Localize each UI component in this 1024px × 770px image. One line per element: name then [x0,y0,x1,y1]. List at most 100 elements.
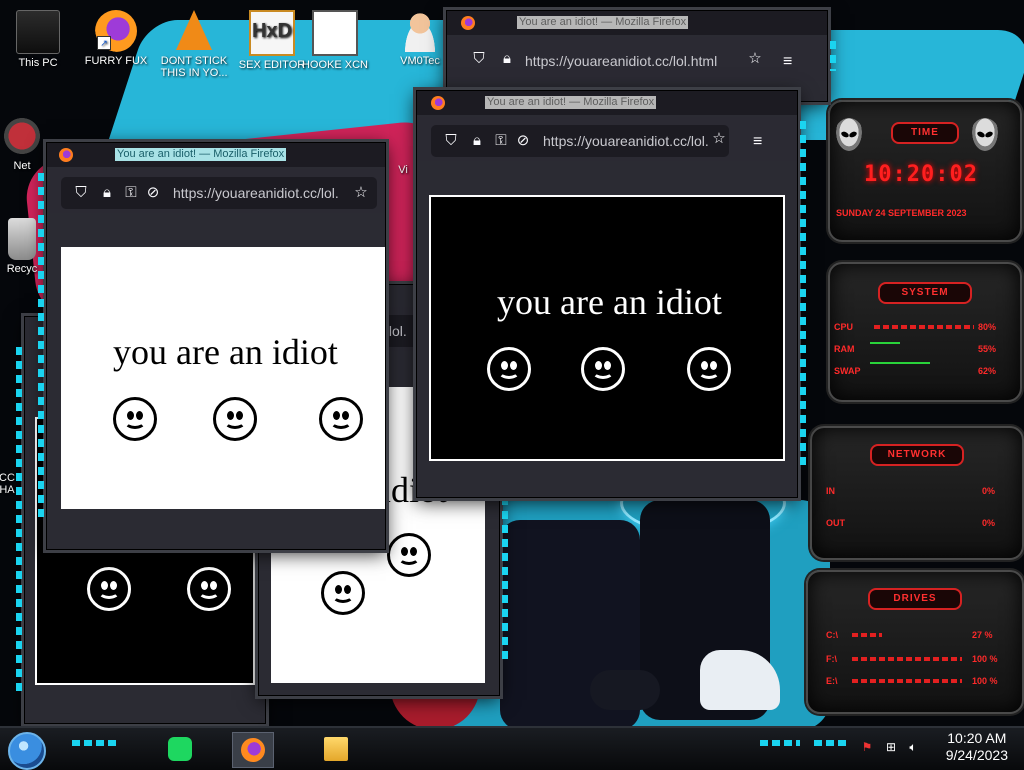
url-text: https://youareanidiot.cc/lol. [543,133,709,149]
time-widget: TIME 10:20:02 SUNDAY 24 SEPTEMBER 2023 [828,100,1022,242]
url-bar[interactable]: ⛉ 🔒︎ ⚿ ⊘ https://youareanidiot.cc/lol. [431,125,729,157]
window-titlebar[interactable]: You are an idiot! — Mozilla Firefox [447,11,827,35]
hxd-icon: HxD [249,10,295,56]
recycle-bin-icon [8,218,36,260]
file-explorer-icon [324,737,348,761]
navigation-bar: ⛉ 🔒︎ ⚿ ⊘ https://youareanidiot.cc/lol. ☆ [47,169,385,213]
page-message-text: you are an idiot [113,332,338,372]
smiley-icon [687,347,731,391]
shield-icon[interactable]: ⛉ [73,185,89,201]
taskbar-decoration [72,740,116,746]
widget-header: DRIVES [868,588,962,610]
window-titlebar[interactable]: You are an idiot! — Mozilla Firefox [417,91,797,115]
firefox-window-right[interactable]: You are an idiot! — Mozilla Firefox ⛉ 🔒︎… [416,90,806,498]
bookmark-star-icon[interactable]: ☆ [711,131,727,147]
page-message-text: you are an idiot [497,282,722,322]
firefox-window-top[interactable]: You are an idiot! — Mozilla Firefox ⛉ 🔒︎… [446,10,836,102]
network-tray-icon[interactable]: ⊞ [884,740,898,754]
shortcut-arrow-icon: ↗ [97,36,111,50]
desktop-icon-label: HOOKE XCN [301,59,368,71]
volume-icon[interactable]: 🔈︎ [906,740,920,754]
smiley-icon [87,567,131,611]
taskbar-clock[interactable]: 10:20 AM 9/24/2023 [946,730,1008,764]
desktop-icon-label: CC HA [0,472,15,496]
taskbar-file-explorer-button[interactable] [316,732,356,766]
window-titlebar[interactable]: You are an idiot! — Mozilla Firefox [47,143,385,167]
navigation-bar: ⛉ 🔒︎ ⚿ ⊘ https://youareanidiot.cc/lol. ☆… [417,117,797,161]
drive-f-bar [852,657,962,661]
bookmark-star-icon[interactable]: ☆ [747,51,763,67]
taskbar-firefox-button[interactable] [232,732,274,768]
widget-header: SYSTEM [878,282,972,304]
window-frame-decoration [800,121,806,467]
drive-f-label: F:\ [826,654,837,664]
lock-icon[interactable]: 🔒︎ [469,133,485,149]
system-widget: SYSTEM CPU 80% RAM 55% SWAP 62% [828,262,1022,402]
firefox-favicon-icon [59,148,73,162]
url-text: https://youareanidiot.cc/lol. [173,185,339,201]
action-center-flag-icon[interactable]: ⚑ [860,740,874,754]
tracking-protection-icon[interactable]: ⊘ [145,185,161,201]
drive-f-value: 100 % [972,654,998,664]
window-frame-decoration [830,41,836,71]
desktop-icon-label: VM0Tec [400,55,440,67]
user-icon [399,10,441,52]
swap-label: SWAP [834,366,861,376]
lock-icon[interactable]: 🔒︎ [499,51,515,67]
permissions-icon[interactable]: ⚿ [123,185,139,201]
desktop-icon-hxd[interactable]: HxD SEX EDITOR [236,10,308,71]
bookmark-star-icon[interactable]: ☆ [353,185,369,201]
permissions-icon[interactable]: ⚿ [493,133,509,149]
window-frame-decoration [16,347,22,693]
smiley-icon [213,397,257,441]
tracking-protection-icon[interactable]: ⊘ [515,133,531,149]
alien-logo-icon [834,118,864,154]
smiley-icon [319,397,363,441]
network-out-label: OUT [826,518,845,528]
cpu-bar [874,325,974,329]
lock-icon[interactable]: 🔒︎ [99,185,115,201]
hook-icon [312,10,358,56]
smiley-icon [487,347,531,391]
shield-icon[interactable]: ⛉ [471,51,487,67]
taskbar-decoration [814,740,850,746]
smiley-icon [387,533,431,577]
cpu-label: CPU [834,322,854,332]
network-icon [1,115,43,157]
network-in-value: 0% [982,486,996,496]
network-in-label: IN [826,486,835,496]
desktop-icon-this-pc[interactable]: This PC [2,10,74,69]
shield-icon[interactable]: ⛉ [443,133,459,149]
window-title: You are an idiot! — Mozilla Firefox [485,96,657,109]
swap-graph [870,362,930,364]
firefox-window-front[interactable]: You are an idiot! — Mozilla Firefox ⛉ 🔒︎… [38,142,386,550]
desktop-icon-vlc[interactable]: DONT STICK THIS IN YO... [158,10,230,79]
hamburger-menu-icon[interactable]: ≡ [753,134,769,150]
ram-label: RAM [834,344,855,354]
desktop-icon-vm0tec[interactable]: VM0Tec [392,10,448,67]
start-button[interactable] [8,732,46,770]
drive-c-label: C:\ [826,630,838,640]
desktop-icon-label: FURRY FUX [84,55,148,67]
drive-c-value: 27 % [972,630,993,640]
spotify-icon [168,737,192,761]
widget-header: TIME [891,122,959,144]
hamburger-menu-icon[interactable]: ≡ [783,54,799,70]
desktop-icon-vi[interactable]: Vi [392,164,414,176]
url-bar[interactable]: ⛉ 🔒︎ ⚿ ⊘ https://youareanidiot.cc/lol. ☆ [61,177,377,209]
desktop-icon-label: DONT STICK THIS IN YO... [160,55,228,79]
desktop-icon-label: SEX EDITOR [238,59,306,71]
window-title: You are an idiot! — Mozilla Firefox [115,148,287,161]
wallpaper-sneaker [590,670,660,710]
desktop-icon-hook[interactable]: HOOKE XCN [300,10,370,71]
url-text: /lol. [385,323,407,339]
desktop-icon-network[interactable]: Net [0,115,44,172]
url-text[interactable]: https://youareanidiot.cc/lol.html [525,53,717,69]
desktop-icon-furry-fux[interactable]: ↗ FURRY FUX [80,10,152,67]
desktop-icon-label: This PC [18,57,58,69]
drive-e-value: 100 % [972,676,998,686]
firefox-favicon-icon [461,16,475,30]
taskbar-spotify-button[interactable] [160,732,200,766]
clock-date: 9/24/2023 [945,747,1008,763]
page-content: you are an idiot [429,195,785,461]
